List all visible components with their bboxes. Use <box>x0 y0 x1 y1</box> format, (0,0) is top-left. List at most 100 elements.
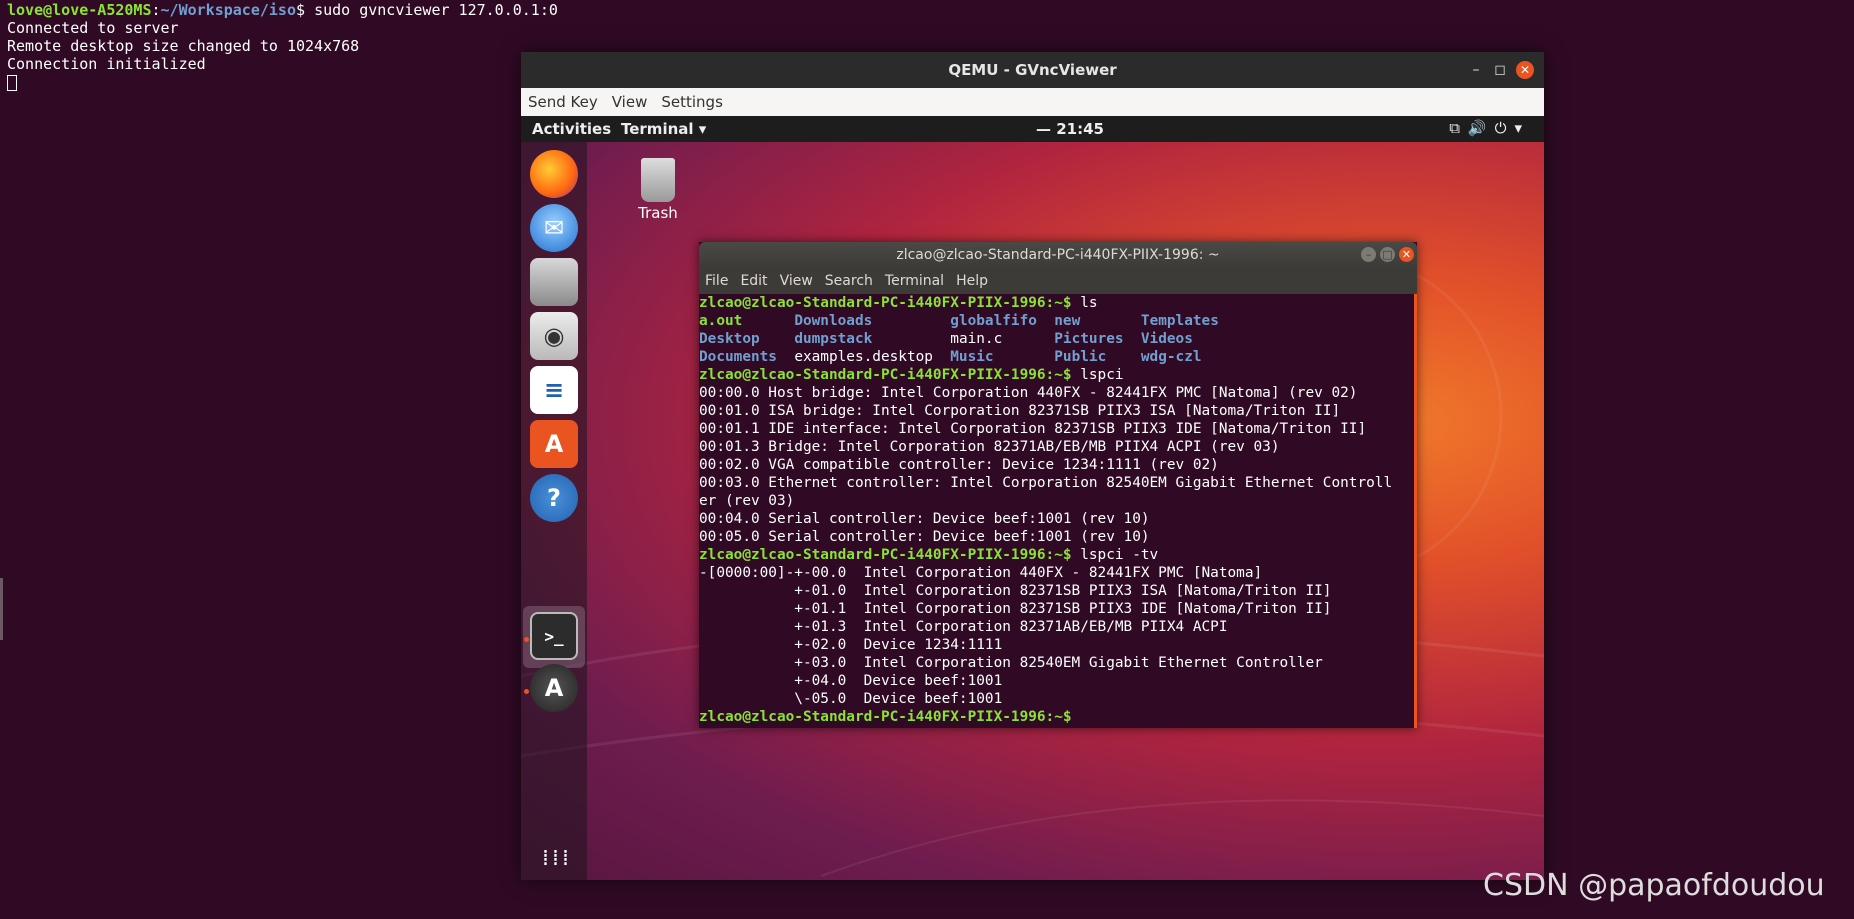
ls-gap <box>760 331 795 347</box>
ls-entry: Templates <box>1140 313 1219 329</box>
guest-terminal-scrollbar[interactable] <box>1414 294 1417 728</box>
lspci-output-line: 00:04.0 Serial controller: Device beef:1… <box>699 511 1150 527</box>
guest-terminal-titlebar[interactable]: zlcao@zlcao-Standard-PC-i440FX-PIIX-1996… <box>699 242 1417 268</box>
ubuntu-software-icon[interactable]: A <box>530 420 578 468</box>
ls-gap <box>1002 331 1054 347</box>
terminal-prompt-line: zlcao@zlcao-Standard-PC-i440FX-PIIX-1996… <box>699 294 1409 312</box>
gmenu-view[interactable]: View <box>774 273 819 289</box>
ls-entry: dumpstack <box>794 331 873 347</box>
terminal-command: lspci <box>1080 367 1124 383</box>
terminal-command: ls <box>1080 295 1098 311</box>
ls-gap <box>777 349 794 365</box>
gmenu-search[interactable]: Search <box>819 273 879 289</box>
ls-gap <box>933 349 950 365</box>
lspci-output-line: 00:01.0 ISA bridge: Intel Corporation 82… <box>699 403 1341 419</box>
ls-entry: Music <box>950 349 994 365</box>
lspci-tree-line: \-05.0 Device beef:1001 <box>699 691 1003 707</box>
lspci-tree-line: +-02.0 Device 1234:1111 <box>699 637 1003 653</box>
ls-entry: globalfifo <box>950 313 1037 329</box>
host-terminal-output[interactable]: love@love-A520MS:~/Workspace/iso$ sudo g… <box>7 1 558 91</box>
ls-gap <box>1037 313 1054 329</box>
menu-settings[interactable]: Settings <box>654 93 730 111</box>
ls-output-row: Documents examples.desktop Music Public … <box>699 348 1409 366</box>
ls-entry: Public <box>1054 349 1107 365</box>
guest-maximize-button[interactable]: □ <box>1380 247 1395 262</box>
gmenu-help[interactable]: Help <box>950 273 994 289</box>
ls-gap <box>1124 331 1141 347</box>
activities-button[interactable]: Activities <box>532 120 611 138</box>
help-icon[interactable]: ? <box>530 474 578 522</box>
ls-entry: Videos <box>1140 331 1193 347</box>
terminal-prompt-line: zlcao@zlcao-Standard-PC-i440FX-PIIX-1996… <box>699 708 1409 726</box>
system-tray[interactable]: ⧉🔊⏻▾ <box>1449 119 1530 137</box>
host-scrollbar[interactable] <box>0 578 3 640</box>
terminal-prompt-line: zlcao@zlcao-Standard-PC-i440FX-PIIX-1996… <box>699 546 1409 564</box>
terminal-app-menu[interactable]: Terminal ▾ <box>621 120 706 138</box>
guest-terminal-output[interactable]: zlcao@zlcao-Standard-PC-i440FX-PIIX-1996… <box>699 294 1409 728</box>
menu-view[interactable]: View <box>605 93 655 111</box>
guest-terminal-window: zlcao@zlcao-Standard-PC-i440FX-PIIX-1996… <box>699 242 1417 728</box>
host-prompt-user: love@love-A520MS <box>7 1 152 19</box>
guest-terminal-title: zlcao@zlcao-Standard-PC-i440FX-PIIX-1996… <box>896 247 1220 263</box>
terminal-prompt: zlcao@zlcao-Standard-PC-i440FX-PIIX-1996… <box>699 367 1081 383</box>
ls-output-row: Desktop dumpstack main.c Pictures Videos <box>699 330 1409 348</box>
thunderbird-icon[interactable]: ✉ <box>530 204 578 252</box>
firefox-icon[interactable] <box>530 150 578 198</box>
ls-entry: Downloads <box>794 313 873 329</box>
ls-gap <box>872 313 950 329</box>
clock[interactable]: — 21:45 <box>1036 120 1104 138</box>
software-updater-icon[interactable]: A <box>530 664 578 712</box>
lspci-tree-line: +-04.0 Device beef:1001 <box>699 673 1003 689</box>
ls-entry: main.c <box>950 331 1003 347</box>
lspci-tree-line: +-01.1 Intel Corporation 82371SB PIIX3 I… <box>699 601 1332 617</box>
running-indicator <box>524 637 529 642</box>
guest-close-button[interactable]: ✕ <box>1399 247 1414 262</box>
terminal-prompt: zlcao@zlcao-Standard-PC-i440FX-PIIX-1996… <box>699 295 1081 311</box>
ls-entry: a.out <box>699 313 743 329</box>
menu-send-key[interactable]: Send Key <box>521 93 605 111</box>
host-prompt-sep: : <box>151 1 161 19</box>
ls-gap <box>994 349 1055 365</box>
maximize-button[interactable]: ◻ <box>1491 61 1509 79</box>
host-output-line: Remote desktop size changed to 1024x768 <box>7 37 360 55</box>
gvncviewer-menubar: Send Key View Settings <box>521 88 1544 117</box>
ls-entry: examples.desktop <box>794 349 933 365</box>
libreoffice-writer-icon[interactable]: ≡ <box>530 366 578 414</box>
lspci-output-line: 00:01.3 Bridge: Intel Corporation 82371A… <box>699 439 1280 455</box>
lspci-tree-line: +-01.0 Intel Corporation 82371SB PIIX3 I… <box>699 583 1332 599</box>
ls-entry: Desktop <box>699 331 760 347</box>
lspci-output-line: 00:01.1 IDE interface: Intel Corporation… <box>699 421 1367 437</box>
gmenu-terminal[interactable]: Terminal <box>879 273 950 289</box>
terminal-command: lspci -tv <box>1080 547 1159 563</box>
host-prompt-end: $ <box>296 1 315 19</box>
minimize-button[interactable]: – <box>1467 61 1485 79</box>
running-indicator <box>524 689 529 694</box>
ls-entry: Pictures <box>1054 331 1124 347</box>
lspci-output-line: 00:02.0 VGA compatible controller: Devic… <box>699 457 1219 473</box>
gvncviewer-titlebar[interactable]: QEMU - GVncViewer – ◻ ✕ <box>521 52 1544 88</box>
trash-desktop-icon[interactable]: Trash <box>633 158 683 222</box>
terminal-prompt-line: zlcao@zlcao-Standard-PC-i440FX-PIIX-1996… <box>699 366 1409 384</box>
host-cursor <box>7 74 17 91</box>
terminal-prompt: zlcao@zlcao-Standard-PC-i440FX-PIIX-1996… <box>699 547 1081 563</box>
guest-desktop[interactable]: Activities Terminal ▾ — 21:45 ⧉🔊⏻▾ ✉ ◉ ≡… <box>521 116 1544 880</box>
ls-gap <box>742 313 794 329</box>
trash-label: Trash <box>638 204 678 222</box>
lspci-output-line: 00:03.0 Ethernet controller: Intel Corpo… <box>699 475 1393 491</box>
gmenu-file[interactable]: File <box>699 273 734 289</box>
lspci-output-line: 00:05.0 Serial controller: Device beef:1… <box>699 529 1150 545</box>
guest-minimize-button[interactable]: – <box>1361 247 1376 262</box>
gvncviewer-window: QEMU - GVncViewer – ◻ ✕ Send Key View Se… <box>521 52 1544 880</box>
close-button[interactable]: ✕ <box>1516 61 1534 79</box>
gmenu-edit[interactable]: Edit <box>734 273 773 289</box>
ls-entry: wdg-czl <box>1140 349 1202 365</box>
files-icon[interactable] <box>530 258 578 306</box>
guest-topbar: Activities Terminal ▾ — 21:45 ⧉🔊⏻▾ <box>521 116 1544 142</box>
terminal-icon[interactable]: >_ <box>530 612 578 660</box>
lspci-output-line: er (rev 03) <box>699 493 795 509</box>
ls-gap <box>872 331 950 347</box>
show-applications-icon[interactable]: ⁞⁞⁞ <box>542 848 572 870</box>
lspci-tree-line: +-01.3 Intel Corporation 82371AB/EB/MB P… <box>699 619 1228 635</box>
ls-entry: Documents <box>699 349 777 365</box>
rhythmbox-icon[interactable]: ◉ <box>530 312 578 360</box>
